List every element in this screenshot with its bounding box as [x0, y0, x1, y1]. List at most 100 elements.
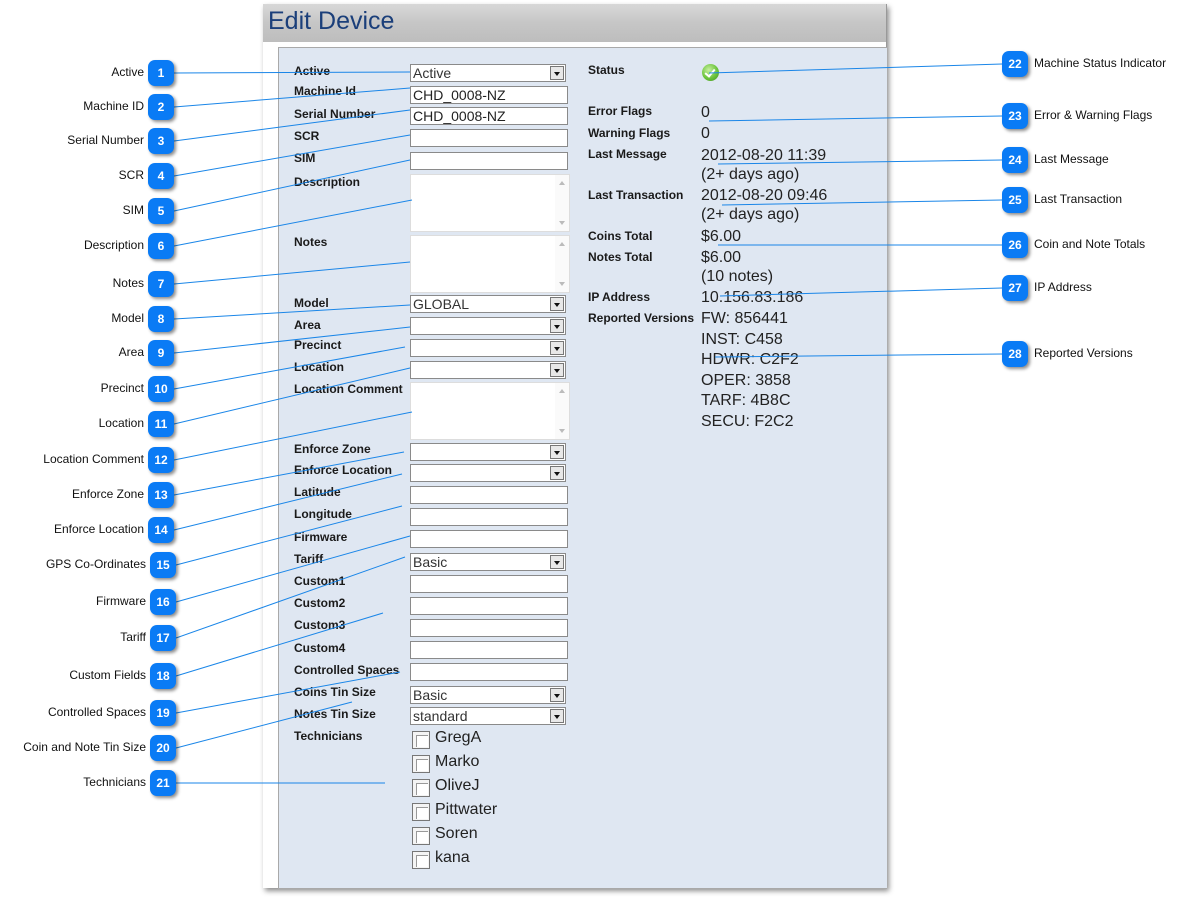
selected-value: standard — [413, 708, 468, 724]
notes-total-value: $6.00 — [701, 249, 742, 266]
callout-badge: 19 — [150, 700, 176, 726]
longitude-input[interactable] — [410, 508, 568, 526]
error-flags-value: 0 — [701, 104, 710, 121]
notes-count-value: (10 notes) — [701, 268, 774, 285]
sim-input[interactable] — [410, 152, 568, 170]
controlled-spaces-label: Controlled Spaces — [294, 663, 400, 677]
custom4-input[interactable] — [410, 641, 568, 659]
scr-input[interactable] — [410, 129, 568, 147]
checkbox[interactable] — [412, 779, 430, 797]
custom1-label: Custom1 — [294, 574, 346, 588]
enforce-zone-select[interactable] — [410, 443, 566, 461]
callout-badge: 14 — [148, 517, 174, 543]
callout-badge: 17 — [150, 625, 176, 651]
chevron-down-icon[interactable] — [550, 688, 564, 702]
scroll-up-icon[interactable] — [559, 181, 565, 185]
chevron-down-icon[interactable] — [550, 341, 564, 355]
custom2-input[interactable] — [410, 597, 568, 615]
location-comment-textarea[interactable] — [410, 382, 570, 440]
callout-label: SIM — [122, 203, 144, 217]
chevron-down-icon[interactable] — [550, 363, 564, 377]
checkbox[interactable] — [412, 803, 430, 821]
window-title: Edit Device — [268, 7, 395, 35]
callout-badge: 23 — [1002, 103, 1028, 129]
coins-tin-size-select[interactable]: Basic — [410, 686, 566, 704]
checkbox[interactable] — [412, 851, 430, 869]
status-label: Status — [588, 63, 625, 77]
last-message-value: 2012-08-20 11:39 — [701, 147, 827, 164]
chevron-down-icon[interactable] — [550, 445, 564, 459]
custom3-input[interactable] — [410, 619, 568, 637]
checkbox[interactable] — [412, 827, 430, 845]
selected-value: Active — [413, 65, 452, 81]
tariff-select[interactable]: Basic — [410, 553, 566, 571]
controlled-spaces-input[interactable] — [410, 663, 568, 681]
firmware-input[interactable] — [410, 530, 568, 548]
serial-number-input[interactable]: CHD_0008-NZ — [410, 107, 568, 125]
callout-badge: 15 — [150, 552, 176, 578]
ip-address-value: 10.156.83.186 — [701, 289, 804, 306]
notes-tin-size-select[interactable]: standard — [410, 707, 566, 725]
callout-label: Coin and Note Tin Size — [23, 740, 146, 754]
chevron-down-icon[interactable] — [550, 466, 564, 480]
checkbox[interactable] — [412, 731, 430, 749]
callout-label: Coin and Note Totals — [1034, 237, 1146, 251]
scroll-up-icon[interactable] — [559, 242, 565, 246]
callout-badge: 22 — [1002, 51, 1028, 77]
callout-badge: 5 — [148, 198, 174, 224]
custom1-input[interactable] — [410, 575, 568, 593]
scr-label: SCR — [294, 129, 320, 143]
chevron-down-icon[interactable] — [550, 297, 564, 311]
latitude-input[interactable] — [410, 486, 568, 504]
last-message-label: Last Message — [588, 147, 667, 161]
notes-label: Notes — [294, 235, 328, 249]
callout-label: Controlled Spaces — [47, 705, 146, 719]
callout-label: Machine ID — [83, 99, 144, 113]
active-select[interactable]: Active — [410, 64, 566, 82]
callout-label: Custom Fields — [69, 668, 146, 682]
callout-badge: 1 — [148, 60, 174, 86]
callout-badge: 28 — [1002, 341, 1028, 367]
checkbox[interactable] — [412, 755, 430, 773]
area-select[interactable] — [410, 317, 566, 335]
callout-badge: 7 — [148, 271, 174, 297]
callout-label: GPS Co-Ordinates — [45, 557, 146, 571]
enforce-location-select[interactable] — [410, 464, 566, 482]
last-transaction-label: Last Transaction — [588, 188, 684, 202]
scrollbar[interactable] — [555, 236, 569, 292]
callout-badge: 25 — [1002, 187, 1028, 213]
custom2-label: Custom2 — [294, 596, 346, 610]
callout-badge: 3 — [148, 128, 174, 154]
machine-id-input[interactable]: CHD_0008-NZ — [410, 86, 568, 104]
scroll-down-icon[interactable] — [559, 429, 565, 433]
technician-name: GregA — [435, 729, 482, 746]
callout-label: Active — [111, 65, 144, 79]
callout-label: Location Comment — [43, 452, 144, 466]
callout-badge: 6 — [148, 233, 174, 259]
callout-badge: 26 — [1002, 232, 1028, 258]
chevron-down-icon[interactable] — [550, 66, 564, 80]
warning-flags-value: 0 — [701, 125, 710, 142]
description-textarea[interactable] — [410, 174, 570, 232]
scroll-up-icon[interactable] — [559, 389, 565, 393]
scrollbar[interactable] — [555, 175, 569, 231]
chevron-down-icon[interactable] — [550, 555, 564, 569]
chevron-down-icon[interactable] — [550, 709, 564, 723]
model-select[interactable]: GLOBAL — [410, 295, 566, 313]
reported-version-item: FW: 856441 — [701, 310, 788, 327]
scroll-down-icon[interactable] — [559, 282, 565, 286]
callout-label: Enforce Zone — [71, 487, 144, 501]
chevron-down-icon[interactable] — [550, 319, 564, 333]
callout-label: Error & Warning Flags — [1034, 108, 1153, 122]
scrollbar[interactable] — [555, 383, 569, 439]
callout-badge: 13 — [148, 482, 174, 508]
edit-device-window: Edit Device Active Active Machine Id CHD_00… — [263, 4, 887, 889]
location-select[interactable] — [410, 361, 566, 379]
location-label: Location — [294, 360, 344, 374]
callout-badge: 16 — [150, 589, 176, 615]
callout-badge: 4 — [148, 163, 174, 189]
precinct-select[interactable] — [410, 339, 566, 357]
notes-textarea[interactable] — [410, 235, 570, 293]
location-comment-label: Location Comment — [294, 382, 403, 396]
scroll-down-icon[interactable] — [559, 221, 565, 225]
